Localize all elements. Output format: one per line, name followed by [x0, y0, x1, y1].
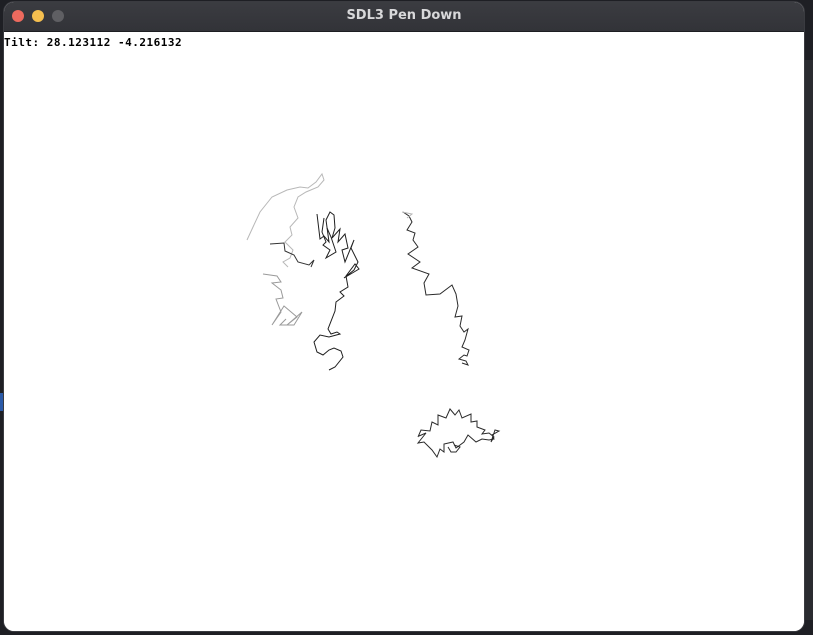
pen-stroke [313, 211, 360, 371]
drawing-canvas-area[interactable]: Tilt: 28.123112 -4.216132 [4, 32, 804, 631]
pen-strokes-canvas[interactable] [4, 32, 804, 631]
pen-stroke [321, 217, 337, 260]
pen-stroke [447, 444, 461, 453]
pen-stroke [246, 172, 325, 268]
window-titlebar[interactable]: SDL3 Pen Down [4, 2, 804, 32]
desktop-background [803, 60, 813, 620]
pen-stroke [402, 211, 470, 366]
pen-stroke [416, 408, 501, 459]
app-window: SDL3 Pen Down Tilt: 28.123112 -4.216132 [4, 2, 804, 631]
pen-stroke [269, 242, 315, 268]
pen-stroke [262, 273, 303, 326]
window-title: SDL3 Pen Down [346, 8, 462, 23]
